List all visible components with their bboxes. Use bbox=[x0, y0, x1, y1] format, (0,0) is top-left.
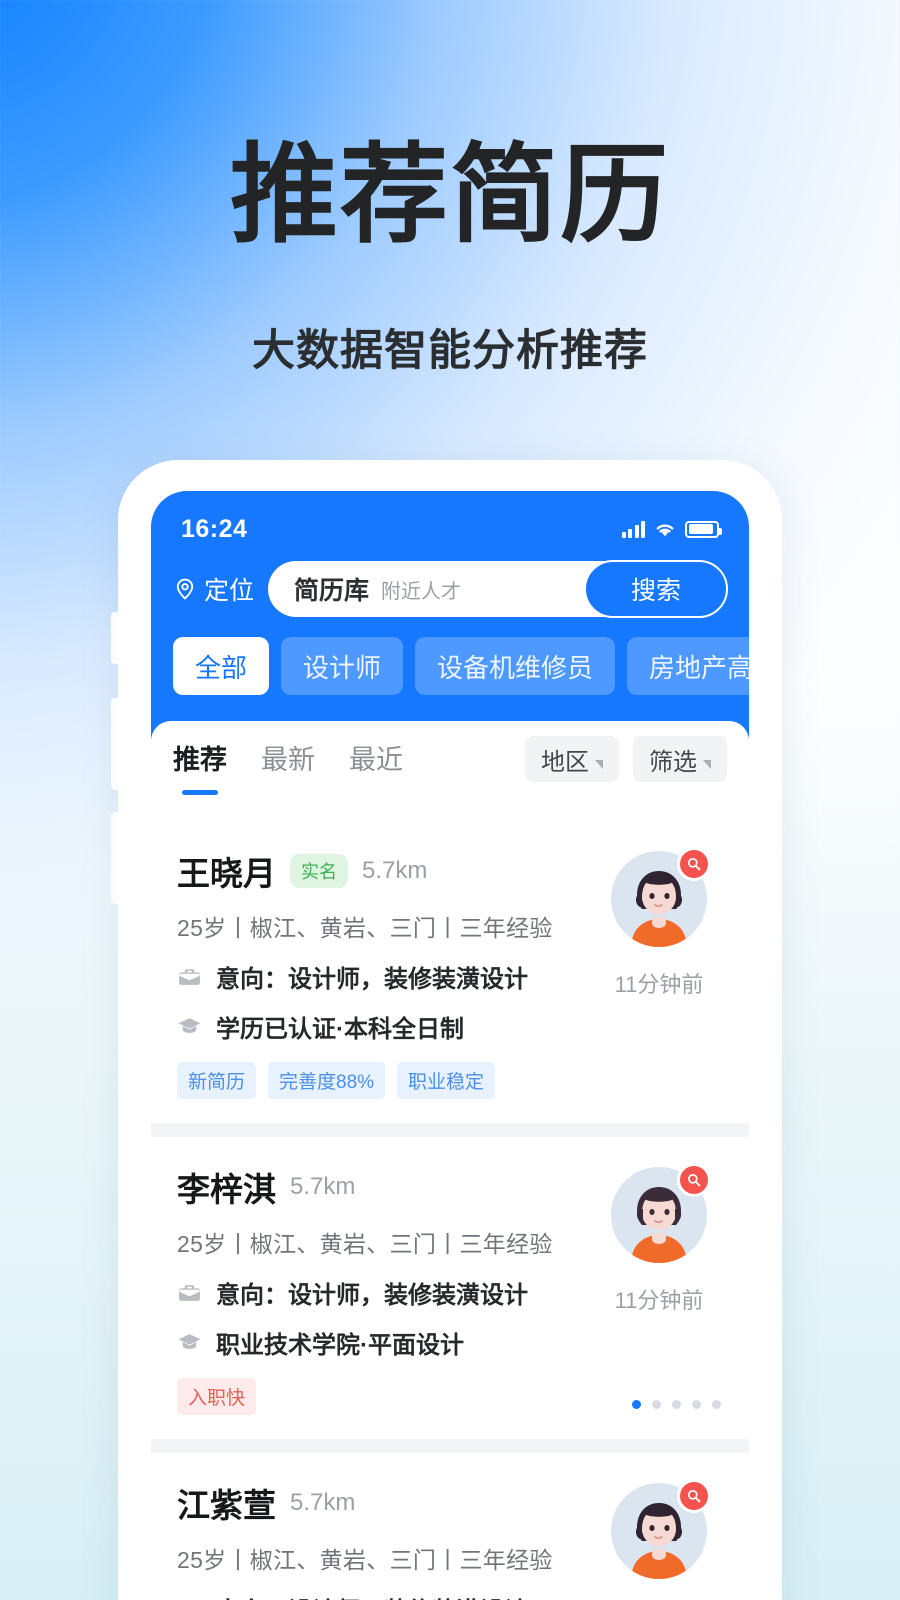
phone-volume-up-button bbox=[111, 698, 118, 790]
candidate-name: 江紫萱 bbox=[177, 1487, 276, 1524]
candidate-meta: 25岁丨椒江、黄岩、三门丨三年经验 bbox=[177, 1547, 553, 1573]
search-placeholder: 附近人才 bbox=[381, 580, 462, 603]
candidate-name: 李梓淇 bbox=[177, 1171, 276, 1208]
category-chip-equipment-repair[interactable]: 设备机维修员 bbox=[415, 637, 616, 695]
intent-text: 意向：设计师，装修装潢设计 bbox=[216, 1282, 528, 1309]
phone-volume-down-button bbox=[111, 812, 118, 904]
status-bar-time: 16:24 bbox=[181, 514, 248, 543]
briefcase-icon bbox=[177, 1280, 202, 1305]
category-chip-list[interactable]: 全部 设计师 设备机维修员 房地产高级销售… bbox=[151, 617, 749, 695]
verified-badge: 实名 bbox=[290, 854, 348, 888]
graduation-cap-icon bbox=[177, 1014, 202, 1039]
page-subtitle: 大数据智能分析推荐 bbox=[252, 327, 648, 375]
battery-icon bbox=[685, 520, 722, 538]
distance-label: 5.7km bbox=[290, 1173, 356, 1200]
region-filter-button[interactable]: 地区 bbox=[525, 736, 619, 782]
search-button[interactable]: 搜索 bbox=[584, 560, 728, 618]
time-ago-label: 11分钟前 bbox=[614, 972, 704, 997]
tag-list: 入职快 bbox=[177, 1378, 595, 1415]
distance-label: 5.7km bbox=[362, 857, 428, 884]
search-badge-icon bbox=[677, 847, 711, 881]
tab-recent[interactable]: 最近 bbox=[349, 738, 403, 781]
category-chip-realestate-sales[interactable]: 房地产高级销售… bbox=[627, 637, 749, 695]
intent-text: 意向：设计师，装修装潢设计 bbox=[216, 1591, 528, 1600]
search-row: 定位 简历库 附近人才 搜索 bbox=[151, 553, 749, 618]
location-pin-icon bbox=[173, 577, 197, 601]
tab-row: 推荐 最新 最近 地区 筛选 bbox=[151, 721, 749, 797]
signal-icon bbox=[621, 520, 645, 538]
tag-completeness: 完善度88% bbox=[268, 1062, 386, 1099]
app-header: 16:24 定位 简历库 附近人才 搜索 全部 设计师 设备机维修员 房地产高 bbox=[151, 491, 749, 739]
wifi-icon bbox=[654, 521, 676, 538]
resume-card[interactable]: 王晓月 实名 5.7km 25岁丨椒江、黄岩、三门丨三年经验 意向：设计师，装修… bbox=[151, 821, 749, 1123]
tab-newest[interactable]: 最新 bbox=[261, 738, 315, 781]
tag-new-resume: 新简历 bbox=[177, 1062, 257, 1099]
pagination-dots[interactable] bbox=[632, 1400, 721, 1409]
avatar[interactable] bbox=[611, 847, 711, 947]
candidate-meta: 25岁丨椒江、黄岩、三门丨三年经验 bbox=[177, 915, 553, 941]
phone-screen: 16:24 定位 简历库 附近人才 搜索 全部 设计师 设备机维修员 房地产高 … bbox=[151, 491, 749, 1600]
category-chip-all[interactable]: 全部 bbox=[173, 637, 270, 695]
avatar[interactable] bbox=[611, 1163, 711, 1263]
screen-filter-button[interactable]: 筛选 bbox=[633, 736, 727, 782]
pagination-dot[interactable] bbox=[652, 1400, 661, 1409]
tag-list: 新简历 完善度88% 职业稳定 bbox=[177, 1062, 595, 1099]
phone-mockup: 16:24 定位 简历库 附近人才 搜索 全部 设计师 设备机维修员 房地产高 … bbox=[111, 460, 782, 1600]
graduation-cap-icon bbox=[177, 1330, 202, 1355]
search-badge-icon bbox=[677, 1163, 711, 1197]
pagination-dot[interactable] bbox=[632, 1400, 641, 1409]
intent-text: 意向：设计师，装修装潢设计 bbox=[216, 966, 528, 993]
content-panel: 推荐 最新 最近 地区 筛选 bbox=[151, 721, 749, 821]
search-scope-label: 简历库 bbox=[294, 577, 370, 605]
status-bar: 16:24 bbox=[151, 491, 749, 553]
category-chip-designer[interactable]: 设计师 bbox=[281, 637, 404, 695]
briefcase-icon bbox=[177, 964, 202, 989]
resume-card[interactable]: 李梓淇 5.7km 25岁丨椒江、黄岩、三门丨三年经验 意向：设计师，装修装潢设… bbox=[151, 1137, 749, 1439]
candidate-meta: 25岁丨椒江、黄岩、三门丨三年经验 bbox=[177, 1231, 553, 1257]
chevron-down-icon bbox=[595, 759, 603, 769]
phone-mute-button bbox=[111, 612, 118, 664]
education-text: 职业技术学院·平面设计 bbox=[216, 1332, 464, 1359]
screen-filter-label: 筛选 bbox=[649, 748, 697, 776]
resume-list[interactable]: 王晓月 实名 5.7km 25岁丨椒江、黄岩、三门丨三年经验 意向：设计师，装修… bbox=[151, 821, 749, 1600]
briefcase-icon bbox=[177, 1596, 202, 1600]
tab-recommend[interactable]: 推荐 bbox=[173, 738, 227, 781]
candidate-name: 王晓月 bbox=[177, 855, 276, 892]
avatar[interactable] bbox=[611, 1479, 711, 1579]
location-button[interactable]: 定位 bbox=[173, 571, 254, 607]
resume-card[interactable]: 江紫萱 5.7km 25岁丨椒江、黄岩、三门丨三年经验 意向：设计师，装修装潢设… bbox=[151, 1453, 749, 1600]
tag-fast-onboarding: 入职快 bbox=[177, 1378, 257, 1415]
pagination-dot[interactable] bbox=[672, 1400, 681, 1409]
search-input[interactable]: 简历库 附近人才 搜索 bbox=[268, 560, 728, 618]
pagination-dot[interactable] bbox=[712, 1400, 721, 1409]
distance-label: 5.7km bbox=[290, 1489, 356, 1516]
pagination-dot[interactable] bbox=[692, 1400, 701, 1409]
education-text: 学历已认证·本科全日制 bbox=[216, 1016, 464, 1043]
chevron-down-icon bbox=[703, 759, 711, 769]
page-title: 推荐简历 bbox=[229, 134, 670, 255]
tag-career-stable: 职业稳定 bbox=[397, 1062, 496, 1099]
location-label: 定位 bbox=[204, 577, 255, 605]
time-ago-label: 11分钟前 bbox=[614, 1288, 704, 1313]
search-badge-icon bbox=[677, 1479, 711, 1513]
region-filter-label: 地区 bbox=[541, 748, 589, 776]
